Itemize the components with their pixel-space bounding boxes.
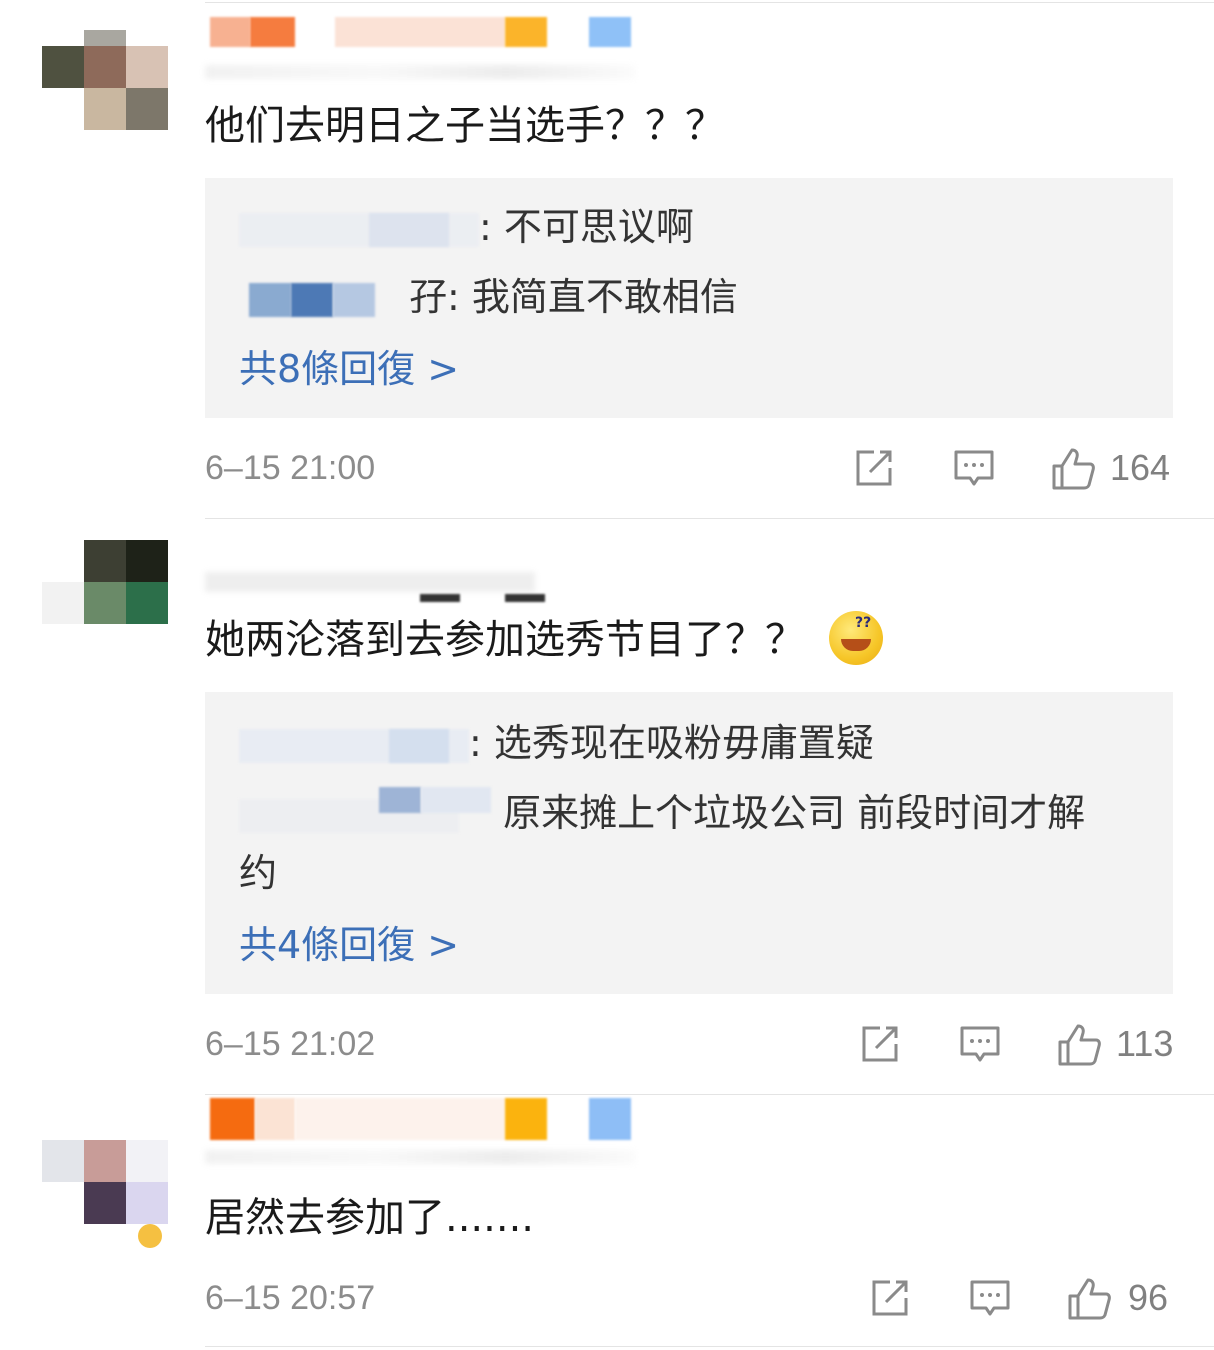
like-count: 164	[1110, 447, 1171, 488]
reply-name-tail: :	[469, 721, 482, 765]
reply-text: 原来摊上个垃圾公司 前段时间才解	[503, 791, 1086, 835]
reply-name-tail: 孖:	[409, 275, 460, 319]
comment-text-content: 她两沦落到去参加选秀节目了？？	[205, 617, 805, 663]
avatar[interactable]	[42, 1126, 168, 1248]
reply-text: 选秀现在吸粉毋庸置疑	[493, 721, 874, 765]
username-blurred[interactable]	[205, 17, 635, 47]
comment-actions: 96	[866, 1276, 1186, 1326]
reply-username-blurred	[239, 786, 491, 833]
reply-item[interactable]: : 不可思议啊	[239, 202, 694, 252]
more-replies-link[interactable]: 共8條回復 >	[239, 344, 459, 394]
comment-time: 6–15 20:57	[205, 1279, 376, 1317]
share-icon[interactable]	[858, 1022, 902, 1066]
comment-actions: 164	[850, 446, 1180, 496]
username-blurred[interactable]	[205, 572, 545, 602]
comment-text: 居然去参加了.......	[205, 1195, 535, 1241]
comment-icon[interactable]	[958, 1022, 1002, 1066]
like-count: 113	[1116, 1023, 1174, 1064]
like-count: 96	[1128, 1277, 1169, 1318]
thumbs-up-icon[interactable]	[1066, 1276, 1112, 1322]
comment-icon[interactable]	[968, 1276, 1012, 1320]
reply-item[interactable]: 孖: 我简直不敢相信	[239, 272, 738, 322]
comment-icon[interactable]	[952, 446, 996, 490]
comment-actions: 113	[856, 1022, 1186, 1072]
more-replies-link[interactable]: 共4條回復 >	[239, 920, 459, 970]
reply-box[interactable]: : 不可思议啊 孖: 我简直不敢相信 共8條回復 >	[205, 178, 1173, 418]
comment-time: 6–15 21:02	[205, 1025, 376, 1063]
reply-item[interactable]: 原来摊上个垃圾公司 前段时间才解	[239, 786, 1086, 838]
comment-text: 她两沦落到去参加选秀节目了？？	[205, 597, 883, 669]
divider	[205, 518, 1214, 519]
reply-box[interactable]: : 选秀现在吸粉毋庸置疑 原来摊上个垃圾公司 前段时间才解 约 共4條回復 >	[205, 692, 1173, 994]
divider	[205, 1094, 1214, 1095]
reply-text: 不可思议啊	[503, 205, 694, 249]
reply-text-continued: 约	[239, 851, 278, 895]
avatar[interactable]	[42, 30, 168, 142]
divider	[205, 2, 1214, 3]
reply-name-tail: :	[479, 205, 492, 249]
thumbs-up-icon[interactable]	[1050, 446, 1096, 492]
avatar[interactable]	[42, 540, 168, 652]
comment-time: 6–15 21:00	[205, 449, 376, 487]
reply-username-blurred	[239, 212, 479, 247]
share-icon[interactable]	[868, 1276, 912, 1320]
reply-text: 我简直不敢相信	[471, 275, 738, 319]
thumbs-up-icon[interactable]	[1056, 1022, 1102, 1068]
username-blurred[interactable]	[205, 1098, 635, 1140]
share-icon[interactable]	[852, 446, 896, 490]
divider	[205, 1346, 1214, 1347]
comment-text: 他们去明日之子当选手？？？	[205, 103, 725, 149]
reply-item[interactable]: : 选秀现在吸粉毋庸置疑	[239, 718, 874, 768]
reply-username-blurred	[239, 282, 409, 317]
user-badge-blurred	[205, 65, 635, 79]
reply-username-blurred	[239, 728, 469, 763]
dizzy-grin-emoji	[829, 597, 883, 665]
user-badge-blurred	[205, 1150, 635, 1164]
